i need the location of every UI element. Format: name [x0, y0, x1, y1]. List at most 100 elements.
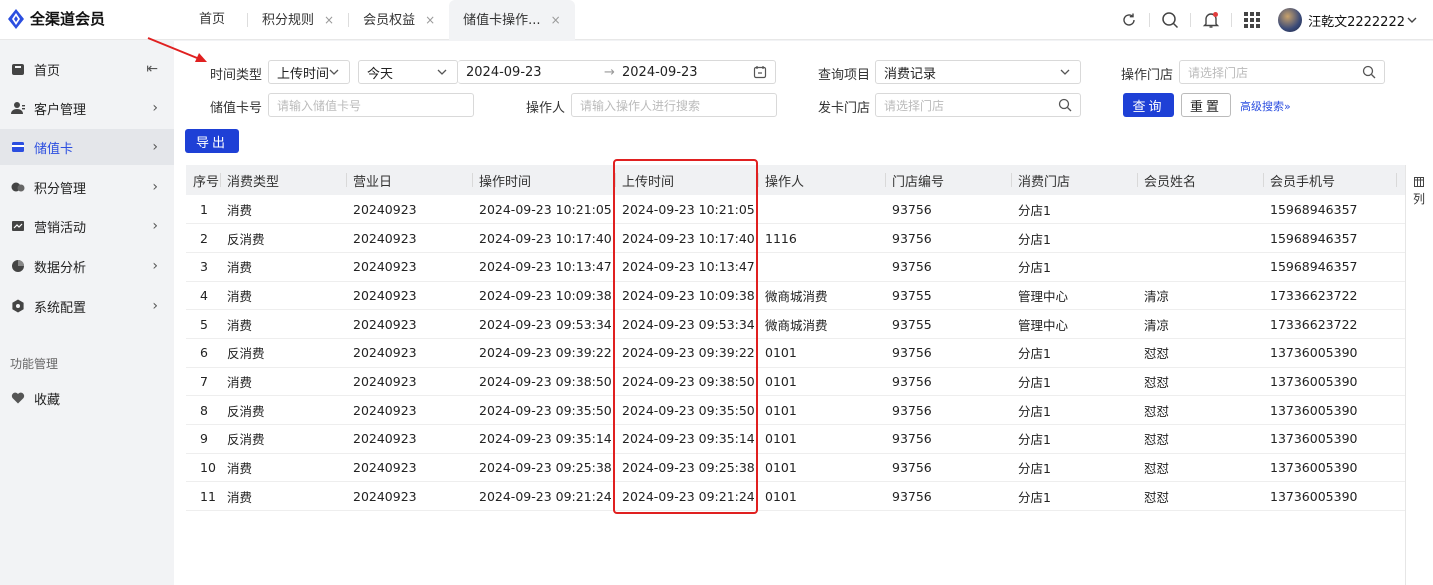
table-cell: 2024-09-23 09:53:34 — [472, 309, 615, 339]
operator-input[interactable]: 请输入操作人进行搜索 — [571, 93, 777, 117]
export-button[interactable]: 导出 — [185, 129, 239, 153]
sidebar-item-marketing[interactable]: 营销活动 › — [0, 208, 174, 244]
time-type-value: 上传时间 — [277, 66, 330, 82]
operator-label: 操作人 — [526, 101, 566, 116]
sidebar-item-favorites[interactable]: 收藏 — [0, 380, 174, 416]
table-cell: 15968946357 — [1263, 223, 1396, 253]
table-cell: 7 — [186, 367, 220, 397]
table-cell: 20240923 — [346, 309, 472, 339]
time-type-select[interactable]: 上传时间 — [268, 60, 350, 84]
sidebar-item-stored-value-card[interactable]: 储值卡 › — [0, 129, 174, 165]
start-date[interactable]: 2024-09-23 — [466, 65, 542, 80]
table-cell: 13736005390 — [1263, 338, 1396, 368]
column-header[interactable]: 消费类型 — [220, 165, 346, 195]
column-header[interactable]: 操作人 — [758, 165, 885, 195]
table-cell: 反消费 — [220, 338, 346, 368]
double-chevron-down-icon: » — [1284, 100, 1291, 113]
user-name[interactable]: 汪乾文2222222 — [1308, 11, 1405, 30]
table-row[interactable]: 4 消费 20240923 2024-09-23 10:09:38 2024-09-23… — [186, 281, 1426, 311]
search-icon[interactable] — [1058, 98, 1072, 112]
table-cell: 分店1 — [1011, 481, 1137, 512]
table-cell: 清凉 — [1137, 309, 1263, 339]
close-icon[interactable]: × — [551, 13, 561, 27]
table-cell: 93756 — [885, 195, 1011, 225]
tab-member-benefits[interactable]: 会员权益 × — [349, 0, 449, 40]
column-header[interactable]: 营业日 — [346, 165, 472, 195]
column-header[interactable]: 上传时间 — [615, 165, 758, 195]
refresh-icon[interactable] — [1111, 0, 1147, 40]
table-row[interactable]: 10 消费 20240923 2024-09-23 09:25:38 2024-09-2… — [186, 453, 1426, 483]
top-right-tools: 汪乾文2222222 — [1111, 0, 1419, 40]
column-header[interactable]: 消费门店 — [1011, 165, 1137, 195]
table-cell — [1137, 223, 1263, 253]
column-settings-button[interactable]: 列 — [1405, 165, 1433, 585]
table-row[interactable]: 9 反消费 20240923 2024-09-23 09:35:14 2024-09-2… — [186, 424, 1426, 454]
search-button[interactable]: 查询 — [1123, 93, 1174, 117]
op-store-input[interactable]: 请选择门店 — [1179, 60, 1385, 84]
table-cell: 管理中心 — [1011, 281, 1137, 311]
table-row[interactable]: 5 消费 20240923 2024-09-23 09:53:34 2024-09-23… — [186, 309, 1426, 339]
collapse-sidebar-icon[interactable]: ⇤ — [146, 61, 158, 77]
column-header[interactable]: 操作时间 — [472, 165, 615, 195]
column-header[interactable]: 序号 — [186, 165, 220, 195]
advanced-search-link[interactable]: 高级搜索» — [1240, 98, 1291, 114]
close-icon[interactable]: × — [425, 13, 435, 27]
sidebar-item-label: 首页 — [34, 63, 61, 79]
placeholder: 请输入操作人进行搜索 — [580, 98, 701, 113]
tab-bar: 首页 积分规则 × 会员权益 × 储值卡操作... × — [185, 0, 575, 40]
table-cell: 2024-09-23 09:35:50 — [615, 395, 758, 425]
tab-home[interactable]: 首页 — [185, 0, 247, 40]
column-header[interactable]: 会员手机号 — [1263, 165, 1396, 195]
table-row[interactable]: 3 消费 20240923 2024-09-23 10:13:47 2024-09-23… — [186, 252, 1426, 282]
query-item-select[interactable]: 消费记录 — [875, 60, 1081, 84]
table-cell: 分店1 — [1011, 195, 1137, 225]
search-icon[interactable] — [1152, 0, 1188, 40]
table-cell: 2 — [186, 223, 220, 253]
table-cell: 11 — [186, 481, 220, 512]
table-row[interactable]: 11 消费 20240923 2024-09-23 09:21:24 2024-09-2… — [186, 481, 1426, 512]
table-cell: 20240923 — [346, 338, 472, 368]
table-cell: 20240923 — [346, 424, 472, 454]
sidebar-item-home[interactable]: 首页 ⇤ — [0, 51, 174, 87]
date-range-picker[interactable]: 2024-09-23 → 2024-09-23 — [458, 60, 776, 84]
chevron-down-icon[interactable] — [1405, 13, 1419, 27]
close-icon[interactable]: × — [324, 13, 334, 27]
table-cell: 2024-09-23 09:53:34 — [615, 309, 758, 339]
sidebar-item-customers[interactable]: 客户管理 › — [0, 90, 174, 126]
end-date[interactable]: 2024-09-23 — [622, 65, 698, 80]
advanced-search-label: 高级搜索 — [1240, 100, 1284, 113]
column-header[interactable]: 门店编号 — [885, 165, 1011, 195]
table-cell: 20240923 — [346, 395, 472, 425]
table-cell: 20240923 — [346, 195, 472, 225]
column-header[interactable]: 会员姓名 — [1137, 165, 1263, 195]
brand[interactable]: 全渠道会员 — [8, 8, 105, 29]
sidebar-item-points[interactable]: 积分管理 › — [0, 169, 174, 205]
avatar[interactable] — [1278, 8, 1303, 32]
table-cell: 消费 — [220, 281, 346, 311]
card-no-input[interactable]: 请输入储值卡号 — [268, 93, 474, 117]
columns-icon — [1414, 177, 1424, 187]
table-row[interactable]: 6 反消费 20240923 2024-09-23 09:39:22 2024-09-2… — [186, 338, 1426, 368]
table-body: 1 消费 20240923 2024-09-23 10:21:05 2024-09-23… — [186, 195, 1426, 512]
table-row[interactable]: 2 反消费 20240923 2024-09-23 10:17:40 2024-09-2… — [186, 223, 1426, 253]
sidebar-item-analytics[interactable]: 数据分析 › — [0, 248, 174, 284]
hexagon-icon — [10, 298, 26, 314]
table-cell: 4 — [186, 281, 220, 311]
table-row[interactable]: 7 消费 20240923 2024-09-23 09:38:50 2024-09-23… — [186, 367, 1426, 397]
table-row[interactable]: 1 消费 20240923 2024-09-23 10:21:05 2024-09-23… — [186, 195, 1426, 225]
sidebar-item-system-config[interactable]: 系统配置 › — [0, 288, 174, 324]
period-select[interactable]: 今天 — [358, 60, 458, 84]
search-icon[interactable] — [1362, 65, 1376, 79]
table-row[interactable]: 8 反消费 20240923 2024-09-23 09:35:50 2024-09-2… — [186, 395, 1426, 425]
table-cell: 消费 — [220, 252, 346, 282]
table-cell: 反消费 — [220, 424, 346, 454]
tab-points-rules[interactable]: 积分规则 × — [248, 0, 348, 40]
apps-grid-icon[interactable] — [1234, 0, 1270, 40]
bell-icon[interactable] — [1193, 0, 1229, 40]
table-cell: 2024-09-23 10:17:40 — [615, 223, 758, 253]
tab-stored-value-ops[interactable]: 储值卡操作... × — [449, 0, 575, 40]
chevron-right-icon: › — [152, 100, 158, 116]
table-cell: 0101 — [758, 424, 885, 454]
reset-button[interactable]: 重置 — [1181, 93, 1231, 117]
issue-store-input[interactable]: 请选择门店 — [875, 93, 1081, 117]
